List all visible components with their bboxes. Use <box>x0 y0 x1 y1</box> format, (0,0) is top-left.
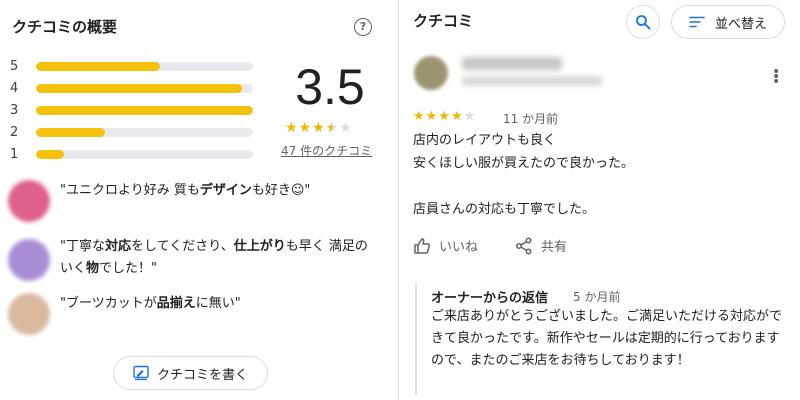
avatar <box>8 239 50 281</box>
average-score: 3.5 <box>295 59 365 115</box>
snippet-fragment: でした！" <box>99 261 158 276</box>
write-review-label: クチコミを書く <box>156 367 248 383</box>
share-icon <box>516 237 532 254</box>
distribution-track <box>36 83 253 93</box>
distribution-bar <box>36 61 160 71</box>
snippet-fragment: に無い" <box>195 296 241 311</box>
star-icon: ★ <box>339 120 353 136</box>
owner-reply-text: ご来店ありがとうございました。ご満足いただける対応ができて良かったです。新作やセ… <box>431 309 783 368</box>
distribution-row[interactable]: 5 <box>10 55 260 77</box>
review-summary-panel: クチコミの概要 ? 54321 3.5 ★★★★★ 47 件のクチコミ "ユニク… <box>0 0 390 400</box>
review-snippet[interactable]: "ユニクロより好み 質もデザインも好き☺" <box>8 180 380 222</box>
snippet-highlight: 対応 <box>104 239 131 254</box>
reviewer-name-blurred[interactable] <box>462 57 562 70</box>
distribution-bar <box>36 127 106 137</box>
star-icon: ★ <box>326 120 340 136</box>
distribution-bar <box>36 83 243 93</box>
share-button[interactable]: 共有 <box>515 236 567 255</box>
snippet-fragment: "ブーツカットが <box>60 296 157 311</box>
star-icon: ★ <box>285 120 299 136</box>
question-mark-icon[interactable]: ? <box>354 18 372 36</box>
snippet-fragment: をしてくださり、 <box>131 239 234 254</box>
search-reviews-button[interactable] <box>626 5 660 39</box>
distribution-row[interactable]: 3 <box>10 99 260 121</box>
distribution-track <box>36 105 253 115</box>
like-button[interactable]: いいね <box>413 236 478 255</box>
snippet-fragment: も好き☺" <box>251 183 311 198</box>
snippet-fragment: "ユニクロより好み 質も <box>60 183 200 198</box>
sort-icon <box>689 16 705 28</box>
rating-distribution: 5 4 3 2 1 <box>10 55 260 165</box>
star-icon: ★ <box>298 120 313 136</box>
distribution-label: 2 <box>10 124 19 140</box>
avatar <box>8 293 50 335</box>
review-snippet[interactable]: "丁寧な対応をしてくださり、仕上がりも早く 満足のいく物でした！" <box>8 236 370 281</box>
snippet-text: "ブーツカットが品揃えに無い" <box>60 293 380 315</box>
star-icon: ★ <box>413 109 426 124</box>
share-label: 共有 <box>541 240 568 255</box>
star-icon: ★ <box>312 120 326 136</box>
snippet-text: "丁寧な対応をしてくださり、仕上がりも早く 満足のいく物でした！" <box>60 236 370 280</box>
snippet-highlight: 物 <box>86 261 100 276</box>
distribution-bar <box>36 149 65 159</box>
snippet-text: "ユニクロより好み 質もデザインも好き☺" <box>60 180 380 202</box>
distribution-label: 5 <box>10 58 19 74</box>
review-time: 11 か月前 <box>503 112 559 126</box>
distribution-row[interactable]: 1 <box>10 143 260 165</box>
panel-divider <box>398 0 399 400</box>
like-label: いいね <box>439 240 479 255</box>
distribution-track <box>36 149 253 159</box>
reviews-title: クチコミ <box>413 12 474 30</box>
sort-button[interactable]: 並べ替え <box>671 5 785 39</box>
snippet-highlight: デザイン <box>199 183 252 198</box>
star-icon: ★ <box>438 109 451 124</box>
write-review-button[interactable]: クチコミを書く <box>113 356 268 390</box>
distribution-row[interactable]: 4 <box>10 77 260 99</box>
distribution-label: 4 <box>10 80 19 96</box>
summary-title: クチコミの概要 <box>12 18 118 36</box>
review-stars: ★★★★★ <box>413 109 476 124</box>
avatar[interactable] <box>414 56 448 90</box>
distribution-label: 3 <box>10 102 19 118</box>
distribution-track <box>36 127 253 137</box>
star-icon: ★ <box>463 109 477 124</box>
review-text: 店内のレイアウトも良く 安くほしい服が買えたので良かった。 店員さんの対応も丁寧… <box>413 133 635 217</box>
owner-reply-time: 5 か月前 <box>573 290 621 304</box>
sort-label: 並べ替え <box>714 16 767 32</box>
more-options-icon[interactable]: • • • <box>772 65 780 89</box>
average-stars: ★★★★ ★ <box>285 120 353 136</box>
edit-review-icon <box>133 365 149 381</box>
avatar <box>8 180 50 222</box>
review-count-link[interactable]: 47 件のクチコミ <box>281 142 372 159</box>
owner-reply-bar <box>415 283 417 395</box>
reviewer-meta-blurred <box>462 76 602 86</box>
distribution-row[interactable]: 2 <box>10 121 260 143</box>
distribution-label: 1 <box>10 146 19 162</box>
search-icon <box>636 15 651 30</box>
snippet-highlight: 仕上がり <box>233 239 286 254</box>
snippet-fragment: "丁寧な <box>60 239 105 254</box>
owner-reply-title: オーナーからの返信 <box>431 291 549 306</box>
thumbs-up-icon <box>414 237 431 254</box>
distribution-bar <box>36 105 253 115</box>
review-snippet[interactable]: "ブーツカットが品揃えに無い" <box>8 293 380 335</box>
star-icon: ★ <box>425 109 439 124</box>
snippet-highlight: 品揃え <box>156 296 196 311</box>
distribution-track <box>36 61 253 71</box>
star-icon: ★ <box>450 109 464 124</box>
